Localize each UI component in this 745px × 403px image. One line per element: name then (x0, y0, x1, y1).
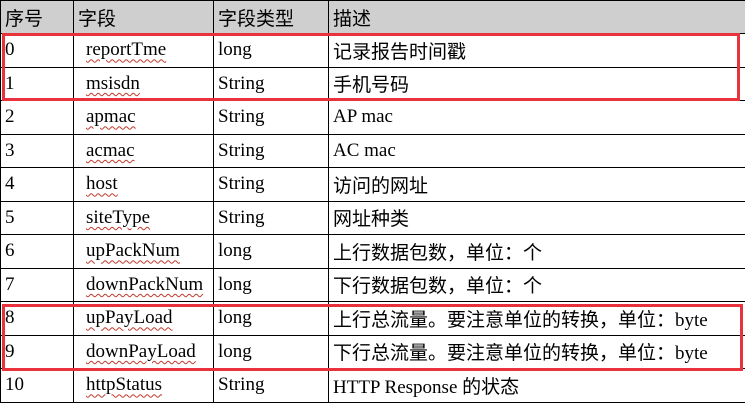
cell-field: upPayLoad (73, 301, 214, 336)
field-name: upPayLoad (86, 307, 173, 329)
cell-description: AC mac (328, 133, 745, 168)
cell-type: String (213, 100, 329, 135)
cell-index: 7 (0, 267, 74, 302)
cell-description: 下行数据包数，单位：个 (328, 267, 745, 302)
cell-field: apmac (73, 100, 214, 135)
table-row: 6 upPackNum long 上行数据包数，单位：个 (0, 234, 745, 269)
cell-description: 上行总流量。要注意单位的转换，单位：byte (328, 301, 745, 336)
cell-type: String (213, 66, 329, 101)
cell-type: String (213, 133, 329, 168)
cell-index: 8 (0, 301, 74, 336)
cell-field: msisdn (73, 66, 214, 101)
cell-type: long (213, 234, 329, 269)
cell-description: 记录报告时间戳 (328, 33, 745, 68)
cell-description: 下行总流量。要注意单位的转换，单位：byte (328, 334, 745, 369)
table-row: 5 siteType String 网址种类 (0, 200, 745, 235)
cell-index: 10 (0, 368, 74, 403)
table-row: 10 httpStatus String HTTP Response 的状态 (0, 368, 745, 403)
cell-index: 6 (0, 234, 74, 269)
cell-index: 5 (0, 200, 74, 235)
field-name: siteType (86, 206, 151, 228)
field-name: httpStatus (86, 374, 163, 396)
cell-field: downPayLoad (73, 334, 214, 369)
table-row: 4 host String 访问的网址 (0, 167, 745, 202)
cell-index: 2 (0, 100, 74, 135)
cell-type: long (213, 334, 329, 369)
cell-description: AP mac (328, 100, 745, 135)
cell-field: upPackNum (73, 234, 214, 269)
cell-type: long (213, 301, 329, 336)
cell-field: host (73, 167, 214, 202)
field-name: acmac (86, 139, 135, 161)
table-row: 9 downPayLoad long 下行总流量。要注意单位的转换，单位：byt… (0, 334, 745, 369)
table-row: 3 acmac String AC mac (0, 133, 745, 168)
cell-type: String (213, 167, 329, 202)
cell-index: 0 (0, 33, 74, 68)
field-name: upPackNum (86, 240, 180, 262)
cell-description: HTTP Response 的状态 (328, 368, 745, 403)
cell-description: 上行数据包数，单位：个 (328, 234, 745, 269)
header-type: 字段类型 (213, 0, 329, 34)
cell-field: acmac (73, 133, 214, 168)
cell-field: downPackNum (73, 267, 214, 302)
cell-field: httpStatus (73, 368, 214, 403)
cell-index: 1 (0, 66, 74, 101)
header-field: 字段 (73, 0, 214, 34)
cell-type: String (213, 200, 329, 235)
cell-index: 4 (0, 167, 74, 202)
header-description: 描述 (328, 0, 745, 34)
cell-description: 手机号码 (328, 66, 745, 101)
field-name: msisdn (86, 72, 140, 94)
field-name: host (86, 173, 118, 195)
cell-field: reportTme (73, 33, 214, 68)
cell-field: siteType (73, 200, 214, 235)
cell-index: 3 (0, 133, 74, 168)
cell-index: 9 (0, 334, 74, 369)
field-name: apmac (86, 106, 136, 128)
cell-description: 网址种类 (328, 200, 745, 235)
cell-description: 访问的网址 (328, 167, 745, 202)
field-name: reportTme (86, 39, 167, 61)
cell-type: String (213, 368, 329, 403)
cell-type: long (213, 267, 329, 302)
header-index: 序号 (0, 0, 74, 34)
table-row: 7 downPackNum long 下行数据包数，单位：个 (0, 267, 745, 302)
table-row: 8 upPayLoad long 上行总流量。要注意单位的转换，单位：byte (0, 301, 745, 336)
table-row: 2 apmac String AP mac (0, 100, 745, 135)
cell-type: long (213, 33, 329, 68)
field-table: 序号 字段 字段类型 描述 0 reportTme long 记录报告时间戳 1… (0, 0, 745, 403)
table-row: 1 msisdn String 手机号码 (0, 66, 745, 101)
header-row: 序号 字段 字段类型 描述 (0, 0, 745, 34)
field-name: downPayLoad (86, 340, 196, 362)
field-name: downPackNum (86, 273, 204, 295)
table-row: 0 reportTme long 记录报告时间戳 (0, 33, 745, 68)
